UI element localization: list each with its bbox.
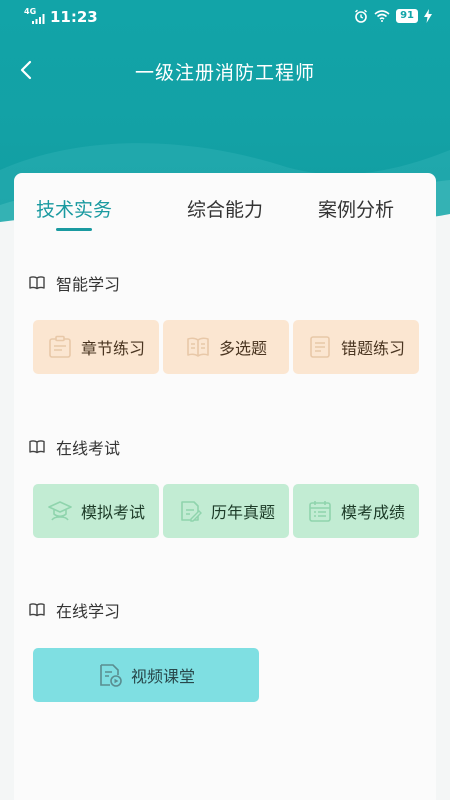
book-icon	[29, 440, 45, 454]
graduate-icon	[48, 501, 72, 521]
section-online-exam: 在线考试	[28, 435, 120, 459]
clock: 11:23	[50, 8, 98, 26]
tab-case-analysis[interactable]: 案例分析	[296, 195, 416, 222]
wrong-questions-button[interactable]: 错题练习	[293, 320, 419, 374]
document-icon	[310, 336, 330, 358]
book-icon	[29, 276, 45, 290]
battery-level: 91	[396, 9, 418, 23]
button-label: 模考成绩	[340, 503, 405, 522]
book-icon	[29, 603, 45, 617]
past-papers-button[interactable]: 历年真题	[163, 484, 289, 538]
multiple-choice-button[interactable]: 多选题	[163, 320, 289, 374]
button-label: 模拟考试	[80, 503, 145, 522]
status-bar: 4G 11:23 91	[0, 0, 450, 34]
edit-paper-icon	[181, 501, 202, 522]
mock-exam-button[interactable]: 模拟考试	[33, 484, 159, 538]
chapter-practice-button[interactable]: 章节练习	[33, 320, 159, 374]
section-title-text: 在线考试	[56, 439, 121, 458]
button-label: 视频课堂	[130, 667, 195, 686]
section-title-text: 智能学习	[56, 275, 121, 294]
button-label: 多选题	[218, 339, 267, 358]
wifi-icon	[374, 10, 390, 22]
tab-technical-practice[interactable]: 技术实务	[14, 195, 134, 222]
open-book-icon	[187, 337, 209, 357]
button-label: 历年真题	[210, 503, 275, 522]
tab-comprehensive-ability[interactable]: 综合能力	[165, 195, 285, 222]
calendar-list-icon	[309, 501, 331, 522]
clipboard-icon	[49, 335, 71, 358]
section-smart-learning: 智能学习	[28, 271, 120, 295]
video-class-button[interactable]: 视频课堂	[33, 648, 259, 702]
page-title: 一级注册消防工程师	[134, 62, 315, 84]
alarm-icon	[355, 9, 368, 23]
mock-scores-button[interactable]: 模考成绩	[293, 484, 419, 538]
section-title-text: 在线学习	[56, 602, 121, 621]
section-online-learning: 在线学习	[28, 598, 120, 622]
signal-icon	[32, 14, 45, 24]
title-bar: 一级注册消防工程师	[0, 48, 450, 92]
charging-icon	[424, 9, 432, 23]
video-file-icon	[100, 664, 122, 687]
button-label: 章节练习	[80, 339, 145, 358]
content-card: 技术实务 综合能力 案例分析 智能学习 章节练习 多选题 错题练习 在线考试 模…	[14, 173, 436, 800]
active-tab-indicator	[56, 228, 92, 231]
button-label: 错题练习	[340, 339, 405, 358]
tab-bar: 技术实务 综合能力 案例分析	[14, 195, 436, 235]
